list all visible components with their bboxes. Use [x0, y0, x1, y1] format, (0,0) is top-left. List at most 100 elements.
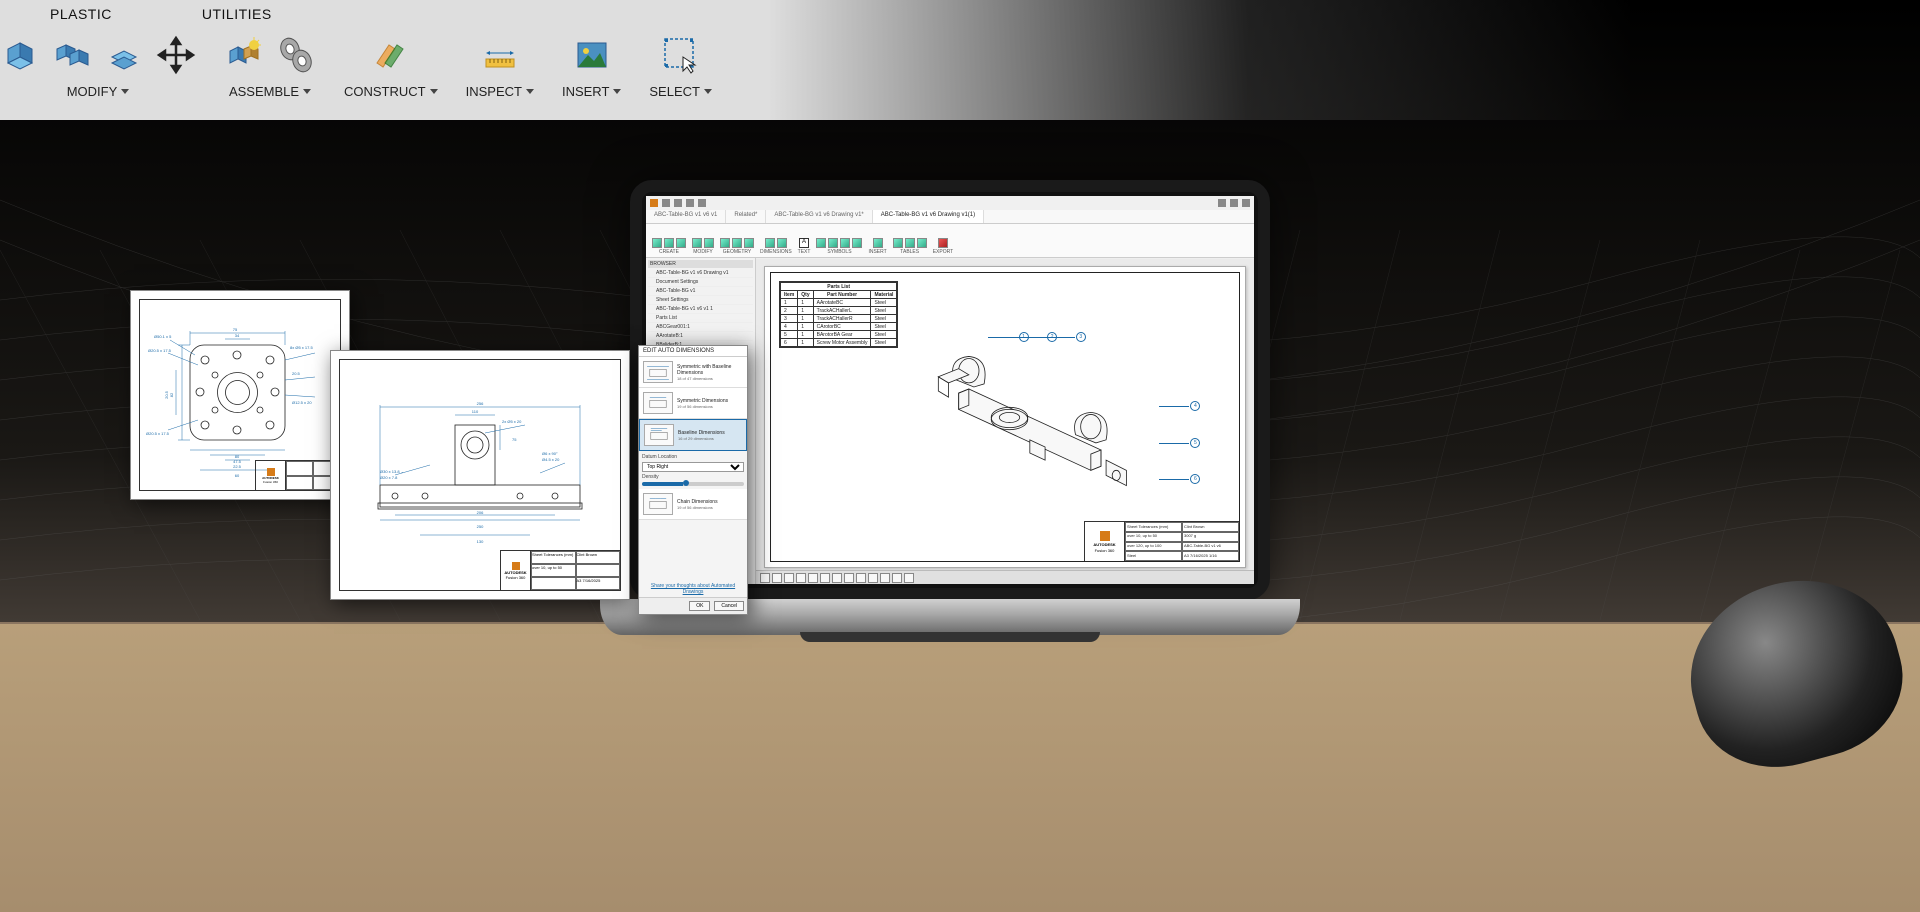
- parts-list-icon[interactable]: [893, 238, 903, 248]
- balloon-icon[interactable]: [905, 238, 915, 248]
- assemble-tool-icon[interactable]: [224, 35, 264, 75]
- tab-drawing-2[interactable]: ABC-Table-BG v1 v6 Drawing v1(1): [873, 210, 984, 223]
- density-slider[interactable]: [642, 482, 744, 486]
- user-icon[interactable]: [1230, 199, 1238, 207]
- assemble-label[interactable]: ASSEMBLE: [229, 84, 299, 99]
- rg-create: CREATE: [652, 238, 686, 255]
- text-icon[interactable]: A: [799, 238, 809, 248]
- move-icon[interactable]: [156, 35, 196, 75]
- app-logo-icon[interactable]: [650, 199, 658, 207]
- laptop-notch: [800, 632, 1100, 642]
- rotate-view-icon[interactable]: [704, 238, 714, 248]
- measure-icon[interactable]: [480, 35, 520, 75]
- balloon-3[interactable]: 3: [1076, 332, 1086, 342]
- datum-icon[interactable]: [828, 238, 838, 248]
- browser-item[interactable]: Sheet Settings: [648, 296, 753, 305]
- drawing-frame: 75 34 82 20.5 80 47.5 22.5 60 Ø50.1 x 5 …: [139, 299, 341, 491]
- sheet-thumbnail[interactable]: [844, 573, 854, 583]
- construct-plane-icon[interactable]: [371, 35, 411, 75]
- svg-text:Ø4.5 x 20: Ø4.5 x 20: [542, 457, 560, 462]
- section-view-icon[interactable]: [676, 238, 686, 248]
- insert-image-icon[interactable]: [572, 35, 612, 75]
- view-controls-bar: [756, 570, 1254, 584]
- sheet-thumbnail[interactable]: [820, 573, 830, 583]
- fcf-icon[interactable]: [840, 238, 850, 248]
- save-icon[interactable]: [674, 199, 682, 207]
- sheet-add-icon[interactable]: [904, 573, 914, 583]
- sheet-border: Parts List Item Qty Part Number Material…: [770, 272, 1240, 562]
- header-plastic[interactable]: PLASTIC: [50, 6, 112, 22]
- weld-icon[interactable]: [852, 238, 862, 248]
- browser-item[interactable]: ABC-Table-BG v1: [648, 287, 753, 296]
- sheet-thumbnail[interactable]: [892, 573, 902, 583]
- redo-icon[interactable]: [698, 199, 706, 207]
- sheet-nav-prev-icon[interactable]: [772, 573, 782, 583]
- sheet-thumbnail[interactable]: [796, 573, 806, 583]
- title-block[interactable]: AUTODESK Fusion 360 Sheet Tolerances (mm…: [1084, 521, 1239, 561]
- modify-label[interactable]: MODIFY: [67, 84, 118, 99]
- ordinate-icon[interactable]: [777, 238, 787, 248]
- edge-icon[interactable]: [744, 238, 754, 248]
- projected-view-icon[interactable]: [664, 238, 674, 248]
- tab-related[interactable]: Related*: [726, 210, 766, 223]
- dialog-title: EDIT AUTO DIMENSIONS: [639, 346, 747, 357]
- help-icon[interactable]: [1242, 199, 1250, 207]
- svg-text:75: 75: [233, 327, 238, 332]
- joint-tool-icon[interactable]: [276, 35, 316, 75]
- insert-label[interactable]: INSERT: [562, 84, 609, 99]
- surface-icon[interactable]: [816, 238, 826, 248]
- browser-item[interactable]: ABCGear001:1: [648, 323, 753, 332]
- browser-item[interactable]: ABC-Table-BG v1 v6 v1 1: [648, 305, 753, 314]
- svg-text:Ø6 x 90°: Ø6 x 90°: [542, 451, 558, 456]
- base-view-icon[interactable]: [652, 238, 662, 248]
- file-menu-icon[interactable]: [662, 199, 670, 207]
- sheet-thumbnail[interactable]: [808, 573, 818, 583]
- modify-tool-3-icon[interactable]: [104, 35, 144, 75]
- dim-option-chain[interactable]: Chain Dimensions19 of 56 dimensions: [639, 489, 747, 520]
- centermark-icon[interactable]: [732, 238, 742, 248]
- export-pdf-icon[interactable]: [938, 238, 948, 248]
- dim-option-baseline[interactable]: Baseline Dimensions16 of 29 dimensions: [639, 419, 747, 451]
- browser-item[interactable]: AArotateB:1: [648, 332, 753, 341]
- option-thumbnail: [644, 424, 674, 446]
- undo-icon[interactable]: [686, 199, 694, 207]
- extensions-icon[interactable]: [1218, 199, 1226, 207]
- sheet-thumbnail[interactable]: [856, 573, 866, 583]
- sheet-thumbnail[interactable]: [832, 573, 842, 583]
- tab-model[interactable]: ABC-Table-BG v1 v6 v1: [646, 210, 726, 223]
- sheet-nav-first-icon[interactable]: [760, 573, 770, 583]
- rg-insert: INSERT: [868, 238, 886, 255]
- modify-tool-1-icon[interactable]: [0, 35, 40, 75]
- dim-option-symmetric[interactable]: Symmetric Dimensions19 of 56 dimensions: [639, 388, 747, 419]
- browser-item[interactable]: Parts List: [648, 314, 753, 323]
- feedback-link[interactable]: Share your thoughts about Automated Draw…: [639, 581, 747, 597]
- dim-option-symmetric-baseline[interactable]: Symmetric with Baseline Dimensions18 of …: [639, 357, 747, 388]
- datum-location-select[interactable]: Top Right: [642, 462, 744, 472]
- svg-text:60: 60: [235, 473, 240, 478]
- cancel-button[interactable]: Cancel: [714, 601, 744, 611]
- construct-label[interactable]: CONSTRUCT: [344, 84, 426, 99]
- move-view-icon[interactable]: [692, 238, 702, 248]
- dimension-icon[interactable]: [765, 238, 775, 248]
- modify-tool-2-icon[interactable]: [52, 35, 92, 75]
- browser-item[interactable]: Document Settings: [648, 278, 753, 287]
- browser-item[interactable]: ABC-Table-BG v1 v6 Drawing v1: [648, 269, 753, 278]
- tab-drawing-1[interactable]: ABC-Table-BG v1 v6 Drawing v1*: [766, 210, 872, 223]
- ok-button[interactable]: OK: [689, 601, 710, 611]
- svg-text:110: 110: [472, 409, 479, 414]
- rg-text: ATEXT: [798, 238, 811, 255]
- table-icon[interactable]: [917, 238, 927, 248]
- centerline-icon[interactable]: [720, 238, 730, 248]
- select-icon[interactable]: [661, 35, 701, 75]
- rg-symbols: SYMBOLS: [816, 238, 862, 255]
- insert-img-icon[interactable]: [873, 238, 883, 248]
- sheet-thumbnail[interactable]: [880, 573, 890, 583]
- drawing-sheet-area[interactable]: Parts List Item Qty Part Number Material…: [756, 258, 1254, 584]
- isometric-view[interactable]: 1 2 3 4 5 6: [861, 328, 1219, 511]
- sheet-thumbnail[interactable]: [784, 573, 794, 583]
- inspect-label[interactable]: INSPECT: [466, 84, 522, 99]
- header-utilities[interactable]: UTILITIES: [202, 6, 272, 22]
- sheet-thumbnail[interactable]: [868, 573, 878, 583]
- select-label[interactable]: SELECT: [649, 84, 700, 99]
- group-construct: CONSTRUCT: [344, 30, 438, 99]
